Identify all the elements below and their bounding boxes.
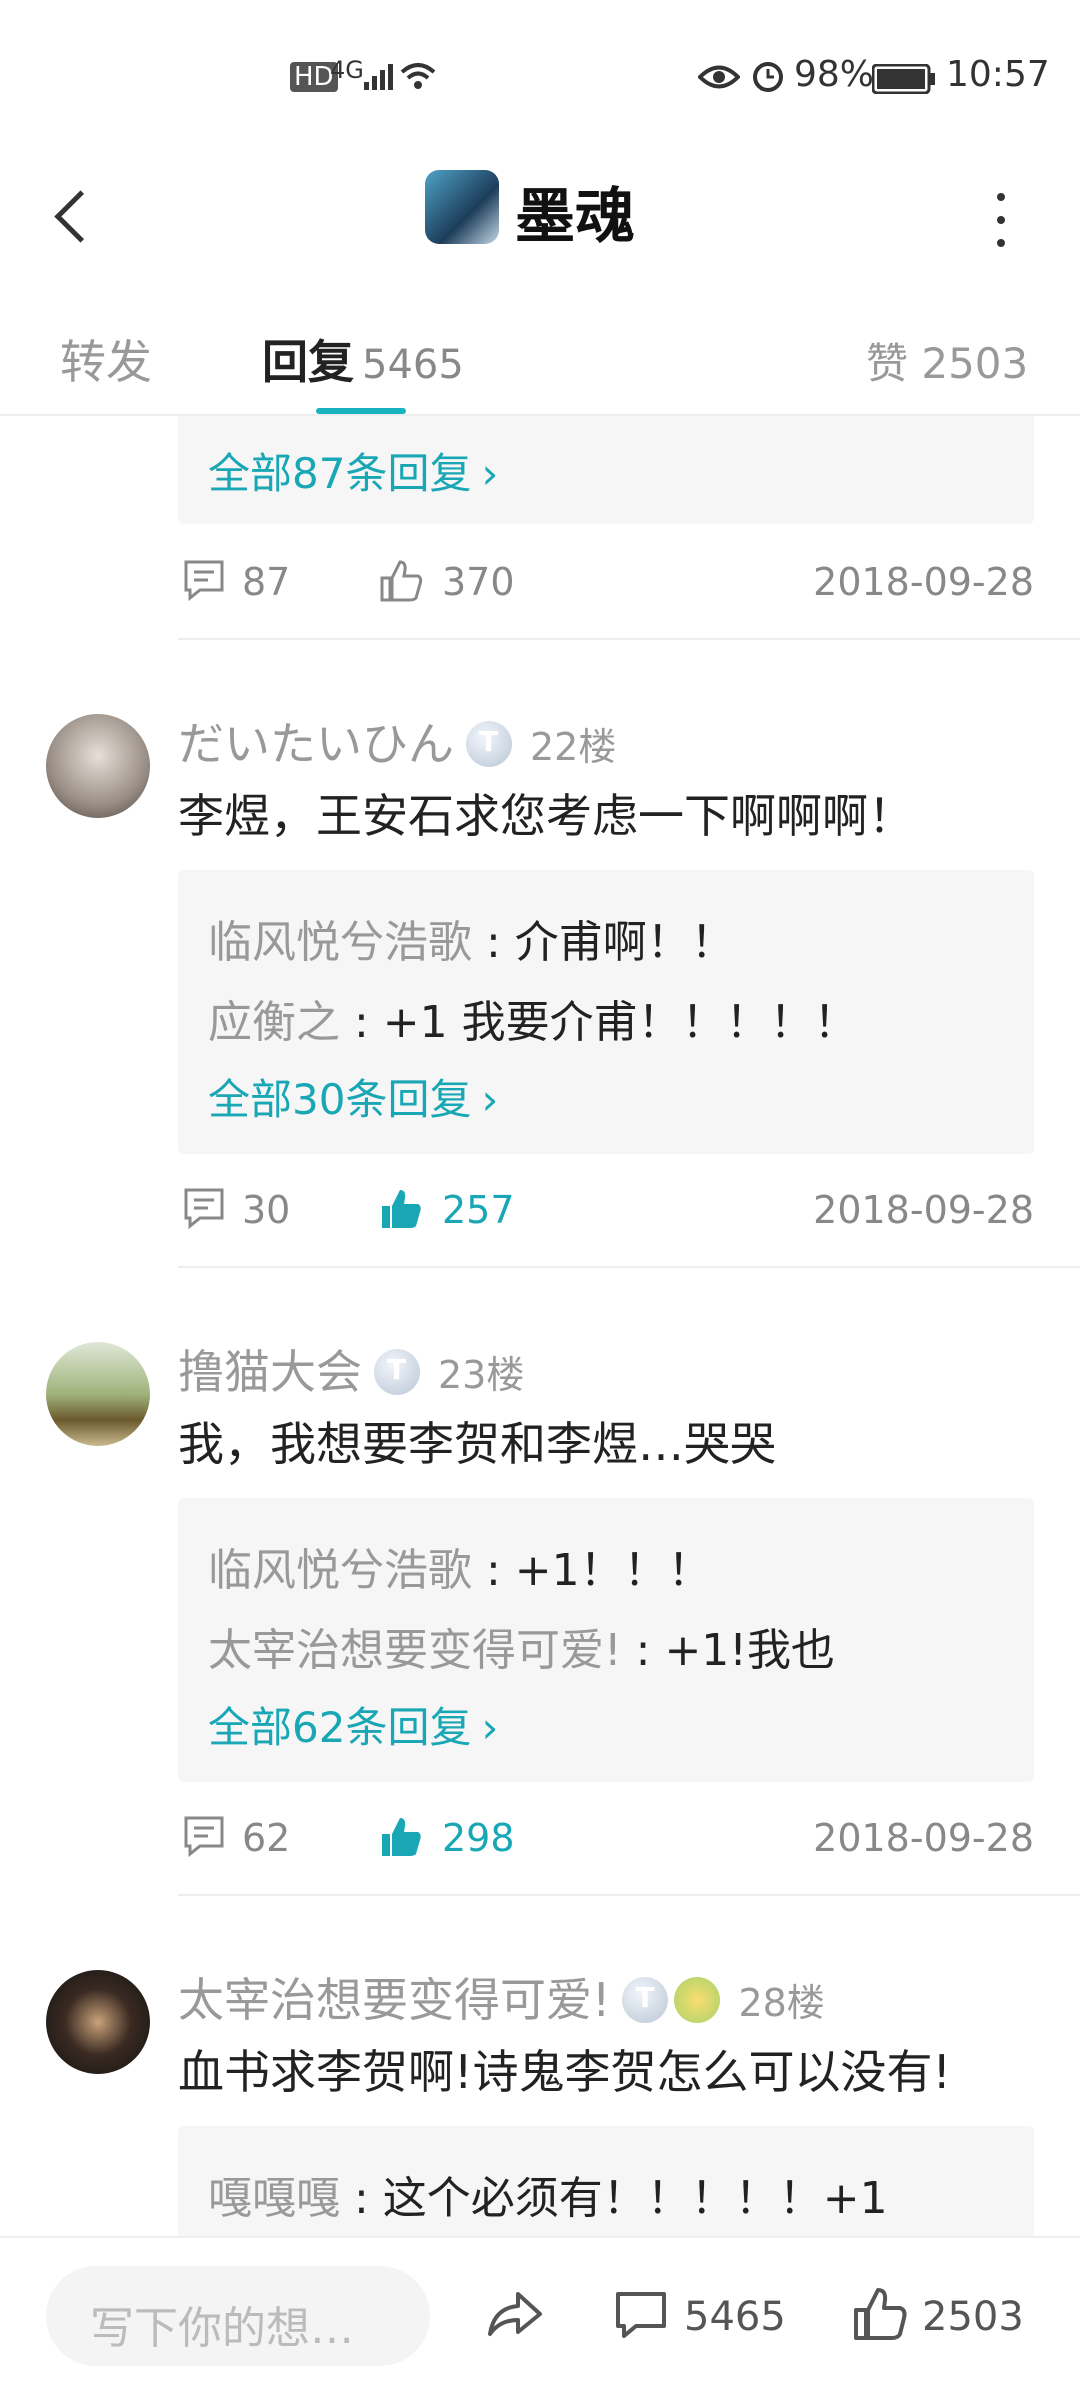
comment-text: 李煜，王安石求您考虑一下啊啊啊！ bbox=[178, 789, 914, 843]
like-icon-filled[interactable] bbox=[378, 1186, 424, 1236]
reply-user[interactable]: 临风悦兮浩歌 bbox=[208, 917, 472, 968]
reply-preview-card: 嘎嘎嘎 : 这个必须有！！！！！+1 bbox=[178, 2126, 1034, 2236]
floor-number: 23楼 bbox=[438, 1353, 525, 1397]
tab-indicator bbox=[316, 408, 406, 414]
user-avatar[interactable] bbox=[46, 1970, 150, 2074]
level-badge-icon bbox=[466, 720, 512, 767]
floor-number: 28楼 bbox=[738, 1981, 825, 2025]
comment-text: 我，我想要李贺和李煜…哭哭 bbox=[178, 1417, 776, 1471]
post-date: 2018-09-28 bbox=[813, 1816, 1034, 1860]
game-avatar[interactable] bbox=[425, 170, 499, 244]
level-badge-icon bbox=[622, 1976, 669, 2023]
reply-text: +1!我也 bbox=[664, 1625, 835, 1676]
alarm-icon bbox=[750, 58, 786, 103]
all-replies-link[interactable]: 全部62条回复 bbox=[208, 1694, 498, 1755]
post-meta: 30 257 2018-09-28 bbox=[178, 1182, 1034, 1242]
like-button[interactable]: 2503 bbox=[852, 2266, 1032, 2366]
tab-replies-count: 5465 bbox=[362, 342, 464, 388]
back-button[interactable] bbox=[40, 180, 110, 250]
username[interactable]: 撸猫大会 bbox=[178, 1345, 362, 1399]
reply-preview-card: 临风悦兮浩歌 : 介甫啊！！ 应衡之 : +1 我要介甫！！！！！ 全部30条回… bbox=[178, 870, 1034, 1154]
all-replies-link[interactable]: 全部30条回复 bbox=[208, 1066, 498, 1127]
share-button[interactable] bbox=[480, 2266, 550, 2366]
wifi-icon bbox=[398, 58, 438, 101]
level-badge-icon bbox=[374, 1348, 420, 1395]
reply-text: +1！！！ bbox=[514, 1545, 712, 1596]
reply-line: 嘎嘎嘎 : 这个必须有！！！！！+1 bbox=[208, 2173, 888, 2224]
reply-line: 临风悦兮浩歌 : +1！！！ bbox=[208, 1545, 712, 1596]
post-meta: 87 370 2018-09-28 bbox=[178, 554, 1034, 614]
network-label: 4G bbox=[330, 56, 364, 84]
sticker-badge-icon bbox=[674, 1976, 721, 2023]
username[interactable]: 太宰治想要变得可爱! bbox=[178, 1973, 610, 2027]
comment-icon bbox=[616, 2292, 666, 2338]
comment-input-placeholder: 写下你的想… bbox=[90, 2303, 354, 2354]
reply-text: 这个必须有！！！！！+1 bbox=[382, 2173, 888, 2224]
post-date: 2018-09-28 bbox=[813, 1188, 1034, 1232]
top-app-bar: 墨魂 bbox=[0, 140, 1080, 292]
comment-count: 62 bbox=[242, 1816, 291, 1860]
user-avatar[interactable] bbox=[46, 1342, 150, 1446]
eye-icon bbox=[697, 60, 741, 101]
comment-icon[interactable] bbox=[182, 1814, 226, 1862]
like-count: 257 bbox=[442, 1188, 515, 1232]
comment-count: 87 bbox=[242, 560, 291, 604]
tab-forward[interactable]: 转发 bbox=[60, 326, 152, 392]
post-date: 2018-09-28 bbox=[813, 560, 1034, 604]
like-count: 370 bbox=[442, 560, 515, 604]
post-header: 太宰治想要变得可爱! 28楼 bbox=[178, 1964, 825, 2030]
comment-text: 血书求李贺啊!诗鬼李贺怎么可以没有! bbox=[178, 2045, 951, 2099]
status-bar: HD 4G 98% 10:57 bbox=[0, 0, 1080, 140]
battery-percent: 98% bbox=[794, 54, 875, 95]
reply-user[interactable]: 应衡之 bbox=[208, 997, 340, 1048]
floor-number: 22楼 bbox=[530, 725, 617, 769]
reply-line: 应衡之 : +1 我要介甫！！！！！ bbox=[208, 997, 858, 1048]
like-icon bbox=[854, 2288, 907, 2340]
tab-replies[interactable]: 回复 5465 bbox=[262, 326, 464, 392]
battery-icon bbox=[871, 62, 936, 103]
reply-preview-card: 临风悦兮浩歌 : +1！！！ 太宰治想要变得可爱! : +1!我也 全部62条回… bbox=[178, 1498, 1034, 1782]
reply-user[interactable]: 嘎嘎嘎 bbox=[208, 2173, 340, 2224]
clock: 10:57 bbox=[946, 54, 1050, 95]
comments-button[interactable]: 5465 bbox=[614, 2266, 786, 2366]
reply-text: +1 我要介甫！！！！！ bbox=[382, 997, 858, 1048]
comment-input[interactable]: 写下你的想… bbox=[46, 2266, 430, 2366]
comment-count: 30 bbox=[242, 1188, 291, 1232]
like-count: 298 bbox=[442, 1816, 515, 1860]
username[interactable]: だいたいひん bbox=[178, 717, 454, 771]
comment-count: 5465 bbox=[684, 2294, 786, 2340]
comment-icon[interactable] bbox=[182, 558, 226, 606]
divider bbox=[178, 1266, 1080, 1268]
divider bbox=[178, 638, 1080, 640]
more-options-button[interactable] bbox=[980, 185, 1020, 255]
page-title: 墨魂 bbox=[515, 182, 635, 252]
reply-user[interactable]: 太宰治想要变得可爱! bbox=[208, 1625, 622, 1676]
tab-likes[interactable]: 赞 2503 bbox=[866, 330, 1028, 391]
like-icon-filled[interactable] bbox=[378, 1814, 424, 1864]
all-replies-link[interactable]: 全部87条回复 bbox=[208, 440, 498, 501]
like-icon[interactable] bbox=[378, 558, 424, 608]
bottom-action-bar: 写下你的想… 5465 2503 bbox=[0, 2236, 1080, 2402]
user-avatar[interactable] bbox=[46, 714, 150, 818]
reply-user[interactable]: 临风悦兮浩歌 bbox=[208, 1545, 472, 1596]
share-icon bbox=[488, 2292, 542, 2336]
divider bbox=[178, 1894, 1080, 1896]
tab-bar: 转发 回复 5465 赞 2503 bbox=[0, 290, 1080, 416]
comment-icon[interactable] bbox=[182, 1186, 226, 1234]
post-header: 撸猫大会 23楼 bbox=[178, 1336, 524, 1402]
reply-line: 临风悦兮浩歌 : 介甫啊！！ bbox=[208, 917, 735, 968]
post-header: だいたいひん 22楼 bbox=[178, 708, 616, 774]
reply-preview-card: 全部87条回复 bbox=[178, 416, 1034, 524]
post-meta: 62 298 2018-09-28 bbox=[178, 1810, 1034, 1870]
signal-icon bbox=[362, 60, 398, 101]
reply-line: 太宰治想要变得可爱! : +1!我也 bbox=[208, 1625, 835, 1676]
reply-text: 介甫啊！！ bbox=[514, 917, 735, 968]
like-count: 2503 bbox=[922, 2294, 1024, 2340]
tab-replies-label: 回复 bbox=[262, 335, 354, 389]
